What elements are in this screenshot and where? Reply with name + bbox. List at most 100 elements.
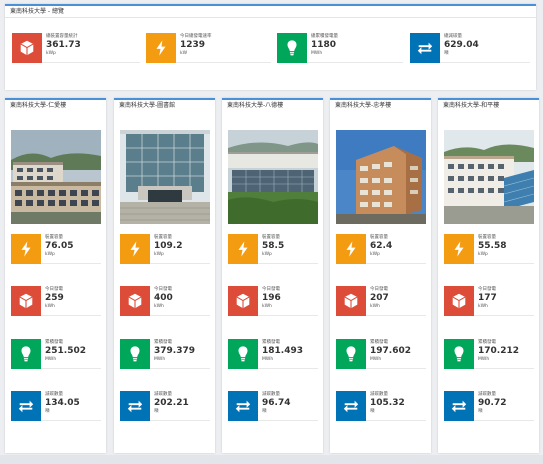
building-stat-tile[interactable]: 裝置容量 109.2 kWp [120, 234, 210, 264]
lightbulb-icon [336, 339, 366, 369]
stat-unit: 噸 [45, 409, 50, 414]
lightning-icon [120, 234, 150, 264]
overview-tile-capacity[interactable]: 總裝置容量統計 361.73 kWp [12, 33, 140, 63]
cube-icon [444, 286, 474, 316]
lightbulb-icon [444, 339, 474, 369]
building-stat-tile[interactable]: 裝置容量 76.05 kWp [11, 234, 101, 264]
stat-unit: MWh [478, 357, 490, 362]
building-stat-tile[interactable]: 減碳數量 90.72 噸 [444, 391, 534, 421]
lightning-icon [11, 234, 41, 264]
stat-unit: MWh [370, 357, 382, 362]
stat-value: 197.602 [370, 346, 411, 356]
tile-unit: MWh [311, 51, 323, 56]
exchange-icon [410, 33, 440, 63]
lightbulb-icon [11, 339, 41, 369]
lightning-icon [228, 234, 258, 264]
stat-unit: kWh [154, 304, 164, 309]
page-bottom-strip [0, 455, 543, 464]
building-photo [120, 130, 210, 224]
stat-unit: 噸 [154, 409, 159, 414]
stat-unit: MWh [45, 357, 57, 362]
building-stat-tile[interactable]: 今日發電 259 kWh [11, 286, 101, 316]
cube-icon [228, 286, 258, 316]
exchange-icon [444, 391, 474, 421]
overview-tile-total-energy[interactable]: 總累積發電量 1180 MWh [277, 33, 403, 63]
stat-label: 今日發電 [262, 287, 280, 292]
stat-label: 累積發電 [45, 340, 63, 345]
stat-unit: kWp [154, 252, 164, 257]
building-photo [11, 130, 101, 224]
tile-value: 629.04 [444, 40, 479, 50]
building-stat-tile[interactable]: 今日發電 196 kWh [228, 286, 318, 316]
stat-value: 202.21 [154, 398, 189, 408]
building-title: 東南科技大學-八德樓 [227, 102, 284, 109]
building-stat-tile[interactable]: 今日發電 400 kWh [120, 286, 210, 316]
stat-value: 134.05 [45, 398, 80, 408]
exchange-icon [120, 391, 150, 421]
stat-label: 減碳數量 [154, 392, 172, 397]
stat-unit: 噸 [262, 409, 267, 414]
building-stat-tile[interactable]: 減碳數量 105.32 噸 [336, 391, 426, 421]
stat-value: 105.32 [370, 398, 405, 408]
building-title: 東南科技大學-和平樓 [443, 102, 500, 109]
building-photo [228, 130, 318, 224]
building-stat-tile[interactable]: 今日發電 177 kWh [444, 286, 534, 316]
building-panel: 東南科技大學-和平樓 裝置容量 55.58 kWp 今日發電 177 kWh 累積發電 170… [438, 98, 539, 453]
building-panel: 東南科技大學-八德樓 裝置容量 58.5 kWp 今日發電 196 kWh 累積發電 181.… [222, 98, 323, 453]
stat-value: 400 [154, 293, 173, 303]
stat-value: 96.74 [262, 398, 291, 408]
stat-value: 177 [478, 293, 497, 303]
stat-label: 今日發電 [478, 287, 496, 292]
stat-label: 裝置容量 [370, 235, 388, 240]
lightbulb-icon [277, 33, 307, 63]
building-stat-tile[interactable]: 今日發電 207 kWh [336, 286, 426, 316]
building-stat-tile[interactable]: 累積發電 170.212 MWh [444, 339, 534, 369]
lightning-icon [336, 234, 366, 264]
stat-unit: kWh [370, 304, 380, 309]
building-stat-tile[interactable]: 裝置容量 58.5 kWp [228, 234, 318, 264]
stat-unit: kWp [478, 252, 488, 257]
tile-value: 361.73 [46, 40, 81, 50]
tile-label: 總減碳量 [444, 34, 462, 39]
stat-value: 76.05 [45, 241, 74, 251]
cube-icon [12, 33, 42, 63]
building-stat-tile[interactable]: 累積發電 379.379 MWh [120, 339, 210, 369]
building-stat-tile[interactable]: 累積發電 251.502 MWh [11, 339, 101, 369]
building-stat-tile[interactable]: 減碳數量 96.74 噸 [228, 391, 318, 421]
building-panel: 東南科技大學-圖書館 裝置容量 109.2 kWp 今日發電 400 kWh 累積發電 379… [114, 98, 215, 453]
tile-value: 1180 [311, 40, 337, 50]
building-stat-tile[interactable]: 減碳數量 202.21 噸 [120, 391, 210, 421]
building-stat-tile[interactable]: 裝置容量 62.4 kWp [336, 234, 426, 264]
stat-label: 減碳數量 [478, 392, 496, 397]
stat-unit: MWh [154, 357, 166, 362]
stat-value: 90.72 [478, 398, 507, 408]
stat-unit: 噸 [478, 409, 483, 414]
stat-value: 196 [262, 293, 281, 303]
stat-value: 55.58 [478, 241, 507, 251]
stat-value: 207 [370, 293, 389, 303]
stat-label: 今日發電 [154, 287, 172, 292]
overview-tile-power-rate[interactable]: 今日總發電速率 1239 kW [146, 33, 271, 63]
tile-unit: kWp [46, 51, 56, 56]
stat-unit: kWh [478, 304, 488, 309]
stat-value: 251.502 [45, 346, 86, 356]
overview-panel: 東南科技大學 - 總覽 總裝置容量統計 361.73 kWp 今日總發電速率 1… [5, 4, 536, 90]
building-title: 東南科技大學-圖書館 [119, 102, 176, 109]
building-panel: 東南科技大學-仁愛樓 裝置容量 76.05 kWp 今日發電 259 kWh 累積發電 251… [5, 98, 106, 453]
building-photo [336, 130, 426, 224]
building-stat-tile[interactable]: 裝置容量 55.58 kWp [444, 234, 534, 264]
stat-label: 今日發電 [370, 287, 388, 292]
building-stat-tile[interactable]: 累積發電 181.493 MWh [228, 339, 318, 369]
building-stat-tile[interactable]: 累積發電 197.602 MWh [336, 339, 426, 369]
tile-unit: 噸 [444, 51, 449, 56]
lightning-icon [444, 234, 474, 264]
tile-value: 1239 [180, 40, 206, 50]
overview-tile-carbon[interactable]: 總減碳量 629.04 噸 [410, 33, 530, 63]
stat-label: 減碳數量 [45, 392, 63, 397]
lightbulb-icon [120, 339, 150, 369]
stat-unit: 噸 [370, 409, 375, 414]
stat-unit: kWp [45, 252, 55, 257]
building-stat-tile[interactable]: 減碳數量 134.05 噸 [11, 391, 101, 421]
lightbulb-icon [228, 339, 258, 369]
stat-label: 減碳數量 [262, 392, 280, 397]
